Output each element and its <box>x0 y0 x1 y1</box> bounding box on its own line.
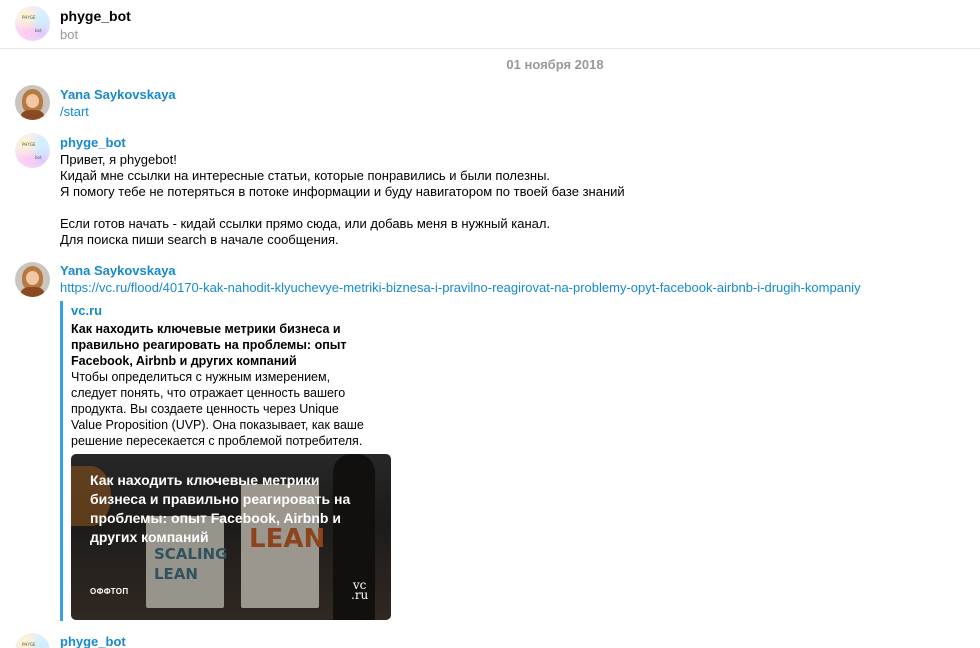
chat-title[interactable]: phyge_bot <box>60 8 131 24</box>
preview-image-tag: ОФФТОП <box>90 587 129 596</box>
bot-avatar[interactable]: PHYGE bot <box>15 633 50 648</box>
preview-image-title: Как находить ключевые метрики бизнеса и … <box>90 472 351 545</box>
link-preview[interactable]: vc.ru Как находить ключевые метрики бизн… <box>60 301 391 621</box>
date-separator: 01 ноября 2018 <box>506 57 604 72</box>
preview-description: Чтобы определиться с нужным измерением, … <box>71 370 364 448</box>
message-author[interactable]: phyge_bot <box>60 634 126 648</box>
message-line: Если готов начать - кидай ссылки прямо с… <box>60 216 551 231</box>
message-author[interactable]: phyge_bot <box>60 135 126 150</box>
vc-logo: vc .ru <box>351 578 369 602</box>
message-line: Кидай мне ссылки на интересные статьи, к… <box>60 168 551 183</box>
message-line: Я помогу тебе не потеряться в потоке инф… <box>60 184 625 199</box>
avatar-logo-text: PHYGE <box>22 142 36 147</box>
message-line: Для поиска пиши search в начале сообщени… <box>60 232 339 247</box>
chat-header: PHYGE bot phyge_bot bot <box>0 0 980 49</box>
avatar-logo-text: PHYGE <box>22 15 36 20</box>
user-avatar[interactable] <box>15 85 50 120</box>
message-author[interactable]: Yana Saykovskaya <box>60 87 176 102</box>
message-line: Привет, я phygebot! <box>60 152 177 167</box>
avatar-logo-text: PHYGE <box>22 642 36 647</box>
avatar-logo-text-bot: bot <box>35 28 42 33</box>
user-avatar[interactable] <box>15 262 50 297</box>
chat-subtitle: bot <box>60 27 79 42</box>
avatar-logo-text-bot: bot <box>35 155 42 160</box>
preview-image[interactable]: SCALING LEAN LEAN Как находить ключевые … <box>71 454 391 620</box>
preview-title: Как находить ключевые метрики бизнеса и … <box>71 322 347 368</box>
bot-command-link[interactable]: /start <box>60 104 89 119</box>
bot-avatar[interactable]: PHYGE bot <box>15 6 50 41</box>
preview-site-name[interactable]: vc.ru <box>71 303 102 318</box>
message-author[interactable]: Yana Saykovskaya <box>60 263 176 278</box>
article-link[interactable]: https://vc.ru/flood/40170-kak-nahodit-kl… <box>60 280 861 295</box>
bot-avatar[interactable]: PHYGE bot <box>15 133 50 168</box>
